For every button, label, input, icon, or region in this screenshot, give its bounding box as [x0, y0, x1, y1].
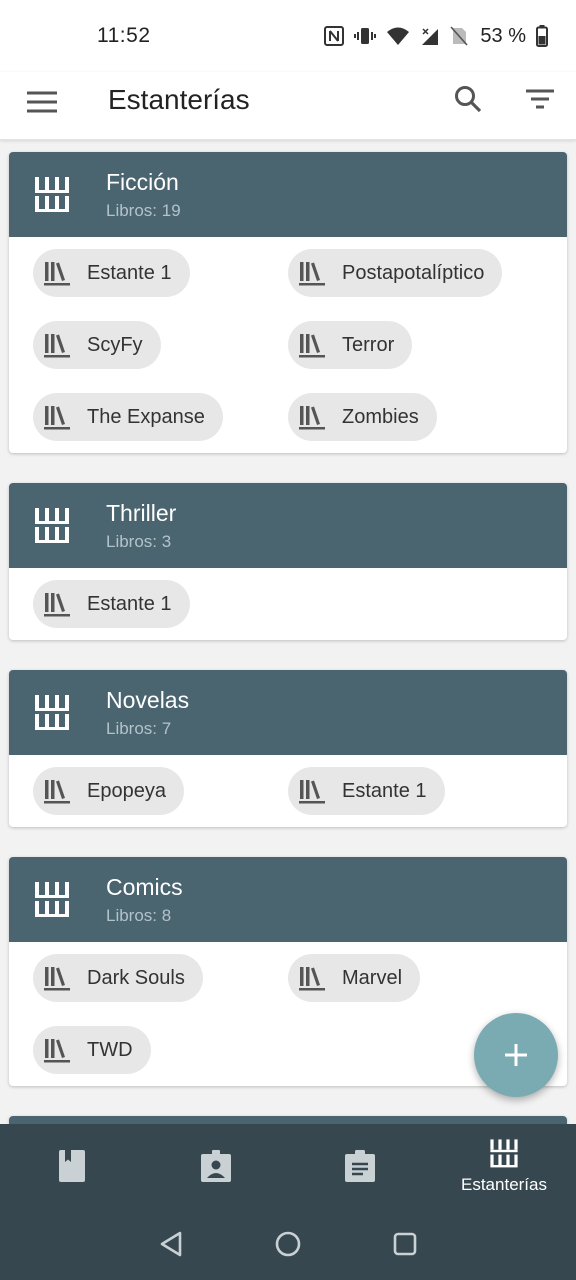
- books-icon: [299, 334, 325, 358]
- books-icon: [44, 593, 70, 617]
- shelf-name: Marvel: [342, 966, 403, 989]
- book-count: Libros: 8: [106, 906, 172, 925]
- filter-button[interactable]: [518, 78, 562, 120]
- add-shelf-button[interactable]: [474, 1013, 558, 1097]
- category-title: Ficción: [106, 169, 179, 195]
- category-card-next: [9, 1116, 567, 1124]
- shelf-name: Postapotalíptico: [342, 261, 485, 284]
- shelf-chip[interactable]: Terror: [288, 321, 413, 369]
- shelf-chip[interactable]: Estante 1: [33, 249, 190, 297]
- search-button[interactable]: [447, 78, 489, 120]
- clipboard-icon: [345, 1150, 375, 1182]
- vibrate-icon: [354, 28, 377, 44]
- shelf-chip[interactable]: Zombies: [288, 393, 437, 441]
- battery-icon: [536, 25, 548, 47]
- shelf-icon: [490, 1139, 518, 1168]
- shelf-name: Estante 1: [342, 779, 427, 802]
- shelf-chip[interactable]: Epopeya: [33, 767, 184, 815]
- books-icon: [299, 406, 325, 430]
- shelf-name: Dark Souls: [87, 966, 185, 989]
- page-title: Estanterías: [108, 84, 250, 115]
- recents-button[interactable]: [387, 1226, 423, 1262]
- menu-icon: [27, 91, 57, 113]
- signal-icon: [422, 28, 439, 45]
- shelf-name: Terror: [342, 333, 395, 356]
- shelf-chip[interactable]: Dark Souls: [33, 954, 203, 1002]
- shelf-name: ScyFy: [87, 333, 143, 356]
- author-icon: [201, 1150, 231, 1182]
- shelf-chip[interactable]: Marvel: [288, 954, 421, 1002]
- category-header[interactable]: Thriller Libros: 3: [9, 483, 567, 568]
- books-icon: [44, 967, 70, 991]
- shelf-name: TWD: [87, 1038, 133, 1061]
- shelf-chip[interactable]: ScyFy: [33, 321, 161, 369]
- status-bar: 11:52 53 %: [0, 0, 576, 72]
- book-count: Libros: 19: [106, 201, 181, 220]
- shelf-name: Estante 1: [87, 592, 172, 615]
- shelf-chips: Epopeya Estante 1: [9, 755, 567, 827]
- wifi-icon: [387, 27, 410, 45]
- nav-item-shelves[interactable]: Estanterías: [432, 1124, 576, 1208]
- app-bar: Estanterías: [0, 72, 576, 140]
- shelf-chip[interactable]: TWD: [33, 1026, 151, 1074]
- category-card-novelas: Novelas Libros: 7 Epopeya Estante 1: [9, 670, 567, 827]
- shelves-list[interactable]: Ficción Libros: 19 Estante 1 Postapotalí…: [0, 140, 576, 1124]
- books-icon: [299, 780, 325, 804]
- shelf-chips: Estante 1 Postapotalíptico ScyFy Terror …: [9, 237, 567, 453]
- nav-label: Estanterías: [461, 1175, 547, 1194]
- nfc-icon: [324, 26, 345, 46]
- shelf-icon: [35, 695, 69, 730]
- category-card-thriller: Thriller Libros: 3 Estante 1: [9, 483, 567, 640]
- category-header[interactable]: Comics Libros: 8: [9, 857, 567, 942]
- filter-icon: [526, 89, 554, 109]
- nav-item-books[interactable]: [0, 1124, 144, 1208]
- books-icon: [44, 780, 70, 804]
- shelf-name: Zombies: [342, 405, 419, 428]
- books-icon: [299, 262, 325, 286]
- battery-text: 53 %: [480, 24, 526, 47]
- category-title: Novelas: [106, 687, 190, 713]
- no-sim-icon: [450, 26, 469, 46]
- category-card-ficcion: Ficción Libros: 19 Estante 1 Postapotalí…: [9, 152, 567, 453]
- shelf-icon: [35, 882, 69, 917]
- shelf-icon: [35, 508, 69, 543]
- system-navigation: [0, 1208, 576, 1280]
- nav-item-lists[interactable]: [288, 1124, 432, 1208]
- nav-item-authors[interactable]: [144, 1124, 288, 1208]
- search-icon: [455, 86, 482, 113]
- book-icon: [59, 1150, 85, 1182]
- shelf-chips: Estante 1: [9, 568, 567, 640]
- home-button[interactable]: [270, 1226, 306, 1262]
- status-icons: 53 %: [324, 22, 548, 50]
- books-icon: [299, 967, 325, 991]
- shelf-name: Estante 1: [87, 261, 172, 284]
- back-icon: [160, 1231, 182, 1257]
- books-icon: [44, 1039, 70, 1063]
- books-icon: [44, 406, 70, 430]
- back-button[interactable]: [154, 1226, 190, 1262]
- category-header[interactable]: Novelas Libros: 7: [9, 670, 567, 755]
- books-icon: [44, 334, 70, 358]
- category-header[interactable]: Ficción Libros: 19: [9, 152, 567, 237]
- shelf-name: Epopeya: [87, 779, 166, 802]
- books-icon: [44, 262, 70, 286]
- category-header[interactable]: [9, 1116, 567, 1124]
- shelf-name: The Expanse: [87, 405, 205, 428]
- recents-icon: [393, 1232, 417, 1256]
- home-icon: [275, 1231, 301, 1257]
- shelf-chip[interactable]: The Expanse: [33, 393, 223, 441]
- shelf-icon: [35, 177, 69, 212]
- book-count: Libros: 3: [106, 532, 172, 551]
- bottom-navigation: Estanterías: [0, 1124, 576, 1208]
- shelf-chip[interactable]: Estante 1: [33, 580, 190, 628]
- shelf-chip[interactable]: Estante 1: [288, 767, 445, 815]
- category-title: Thriller: [106, 500, 177, 526]
- shelf-chip[interactable]: Postapotalíptico: [288, 249, 503, 297]
- plus-icon: [505, 1044, 527, 1066]
- book-count: Libros: 7: [106, 719, 172, 738]
- menu-button[interactable]: [22, 82, 62, 122]
- category-title: Comics: [106, 874, 183, 900]
- status-time: 11:52: [97, 24, 151, 47]
